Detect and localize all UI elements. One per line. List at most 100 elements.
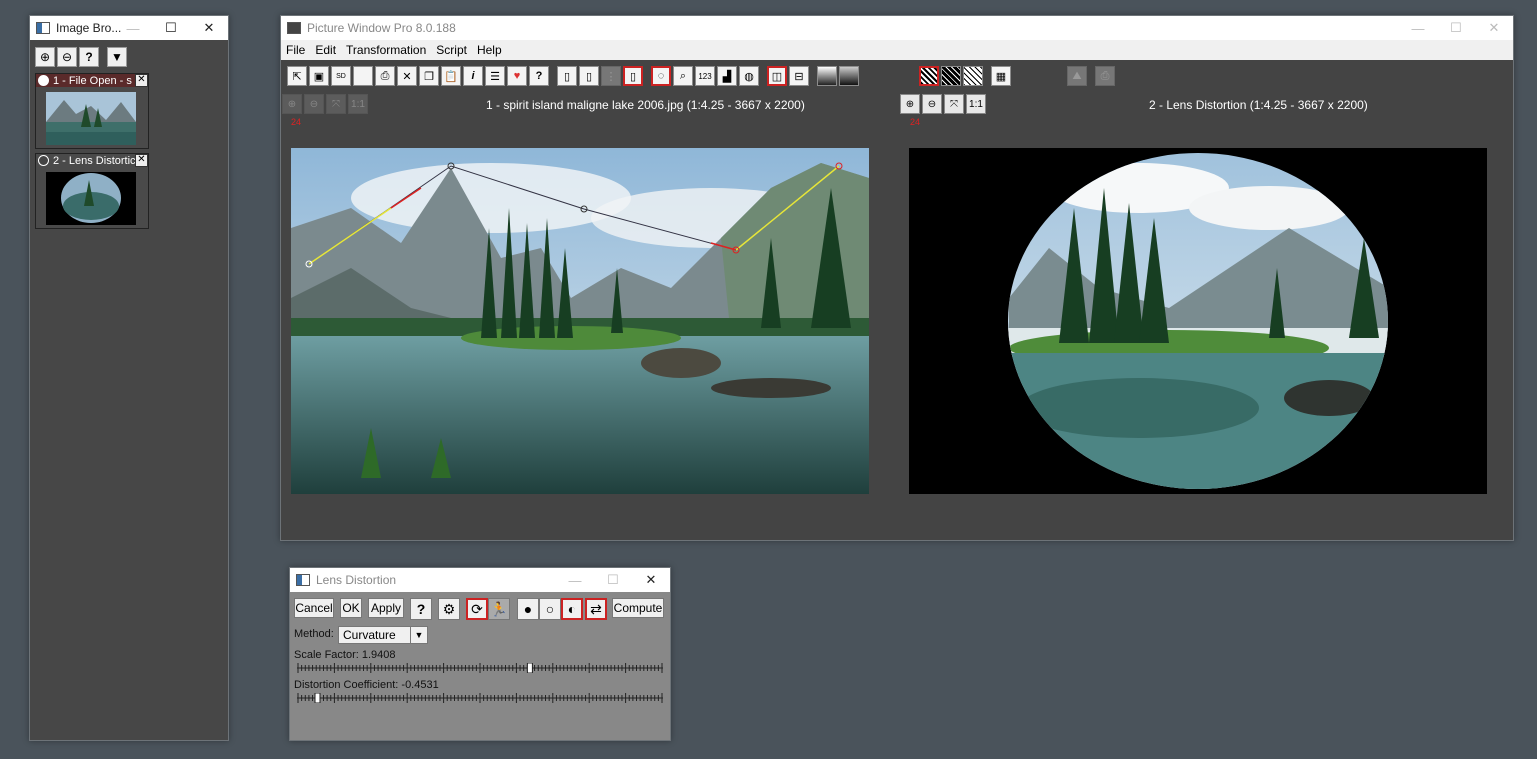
histogram-icon[interactable]: ▟ [717,66,737,86]
swap-icon[interactable]: ⇄ [585,598,607,620]
gear-icon[interactable]: ⚙ [438,598,460,620]
magnifier-icon[interactable]: ⌕ [673,66,693,86]
cancel-button[interactable]: Cancel [294,598,334,618]
menu-script[interactable]: Script [431,43,472,57]
thumbnail-image [46,92,136,145]
zoom-in-icon[interactable]: ⊕ [35,47,55,67]
close-icon[interactable]: ✕ [135,154,148,167]
minimize-button[interactable]: — [114,16,152,40]
compute-button[interactable]: Compute [612,598,664,618]
circle-half-icon[interactable]: ◐ [561,598,583,620]
print-icon[interactable]: ⎙ [375,66,395,86]
blank-icon[interactable] [353,66,373,86]
dropdown-icon[interactable]: ▼ [107,47,127,67]
menu-transformation[interactable]: Transformation [341,43,431,57]
slider-thumb[interactable] [314,692,321,704]
chevron-down-icon: ▼ [410,627,427,643]
refresh-icon[interactable]: ⟳ [466,598,488,620]
dialog-titlebar[interactable]: Lens Distortion — ☐ ✕ [290,568,670,592]
distortion-coefficient-slider[interactable] [297,692,663,704]
split-horizontal-icon[interactable]: ⊟ [789,66,809,86]
favorite-heart-icon[interactable]: ♥ [507,66,527,86]
scale-factor-slider[interactable] [297,662,663,674]
slider-track [297,692,663,704]
panel-single-icon[interactable]: ▯ [579,66,599,86]
left-image-title: 1 - spirit island maligne lake 2006.jpg … [486,98,805,112]
right-image-title: 2 - Lens Distortion (1:4.25 - 3667 x 220… [1149,98,1368,112]
source-photo [291,148,869,494]
menu-file[interactable]: File [281,43,310,57]
grid-icon[interactable]: ▦ [991,66,1011,86]
chart-icon: ⛰ [1067,66,1087,86]
circle-outline-icon[interactable]: ○ [539,598,561,620]
palette-icon[interactable]: ◍ [739,66,759,86]
hatch-dark-icon[interactable] [941,66,961,86]
browser-item-label: 1 - File Open - s [53,74,132,87]
minimize-button[interactable]: — [1399,16,1437,40]
zoom-out-icon[interactable]: ⊖ [57,47,77,67]
info-icon[interactable]: i [463,66,483,86]
browser-item-1[interactable]: 1 - File Open - s ✕ [35,73,149,149]
mouse-icon[interactable]: ◌ [651,66,671,86]
close-icon[interactable]: ✕ [135,74,148,87]
close-button[interactable]: ✕ [632,568,670,592]
copy-icon[interactable]: ❐ [419,66,439,86]
numbers-icon[interactable]: 123 [695,66,715,86]
browser-item-2[interactable]: 2 - Lens Distortic ✕ [35,153,149,229]
source-image-canvas[interactable] [291,148,869,494]
close-image-icon[interactable]: ✕ [397,66,417,86]
maximize-button[interactable]: ☐ [594,568,632,592]
radio-icon[interactable] [38,155,49,166]
circle-filled-icon[interactable]: ● [517,598,539,620]
actual-size-button: 1:1 [348,94,368,114]
save-icon[interactable]: ▣ [309,66,329,86]
scale-factor-label: Scale Factor: 1.9408 [294,649,396,661]
fit-icon[interactable]: ⤧ [944,94,964,114]
sd-card-icon[interactable]: SD [331,66,351,86]
zoom-in-icon: ⊕ [282,94,302,114]
panel-right-icon[interactable]: ▯ [623,66,643,86]
apply-button[interactable]: Apply [368,598,404,618]
gradient-icon[interactable] [817,66,837,86]
left-bit-depth: 24 [291,117,302,127]
browser-item-label: 2 - Lens Distortic [53,154,136,167]
slider-thumb[interactable] [526,662,533,674]
panel-left-icon[interactable]: ▯ [557,66,577,86]
close-button[interactable]: ✕ [1475,16,1513,40]
method-label: Method: [294,628,334,640]
method-value: Curvature [343,628,396,642]
fit-icon: ⤧ [326,94,346,114]
zoom-in-icon[interactable]: ⊕ [900,94,920,114]
result-photo [909,148,1487,494]
actual-size-button[interactable]: 1:1 [966,94,986,114]
help-icon[interactable]: ? [529,66,549,86]
thumbnail-image [46,172,136,225]
hatch-icon[interactable] [919,66,939,86]
main-title: Picture Window Pro 8.0.188 [307,21,456,35]
help-icon[interactable]: ? [410,598,432,620]
main-titlebar[interactable]: Picture Window Pro 8.0.188 — ☐ ✕ [281,16,1513,40]
gradient-dark-icon[interactable] [839,66,859,86]
ok-button[interactable]: OK [340,598,362,618]
result-image-canvas[interactable] [909,148,1487,494]
maximize-button[interactable]: ☐ [152,16,190,40]
maximize-button[interactable]: ☐ [1437,16,1475,40]
distortion-coefficient-label: Distortion Coefficient: -0.4531 [294,679,439,691]
list-icon[interactable]: ☰ [485,66,505,86]
zoom-out-icon[interactable]: ⊖ [922,94,942,114]
menu-edit[interactable]: Edit [310,43,341,57]
panel-dots-icon[interactable]: ⋮ [601,66,621,86]
method-select[interactable]: Curvature ▼ [338,626,428,644]
paste-icon[interactable]: 📋 [441,66,461,86]
printer-disabled-icon: ⎙ [1095,66,1115,86]
close-button[interactable]: ✕ [190,16,228,40]
hatch-light-icon[interactable] [963,66,983,86]
minimize-button[interactable]: — [556,568,594,592]
browser-titlebar[interactable]: Image Bro... — ☐ ✕ [30,16,228,40]
menu-help[interactable]: Help [472,43,507,57]
open-icon[interactable]: ⇱ [287,66,307,86]
split-vertical-icon[interactable]: ◫ [767,66,787,86]
radio-icon[interactable] [38,75,49,86]
help-icon[interactable]: ? [79,47,99,67]
zoom-out-icon: ⊖ [304,94,324,114]
